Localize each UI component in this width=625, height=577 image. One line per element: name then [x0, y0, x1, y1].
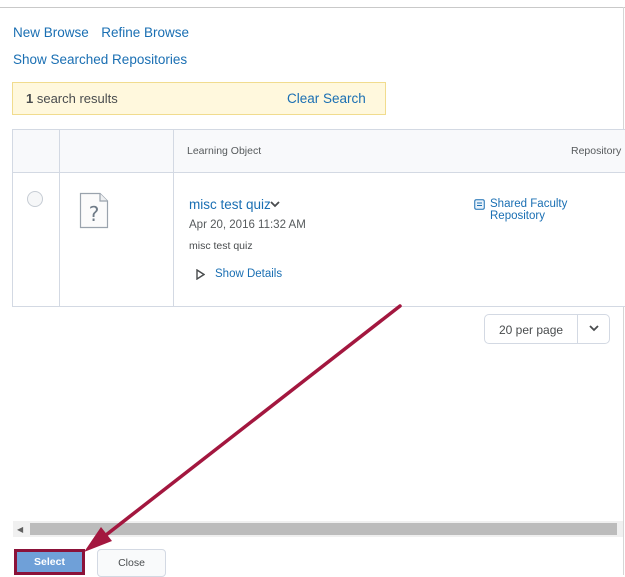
new-browse-link[interactable]: New Browse: [13, 25, 89, 40]
column-divider: [173, 130, 174, 306]
triangle-right-icon[interactable]: [196, 269, 205, 280]
search-results-count: 1 search results: [26, 91, 118, 106]
repository-icon: [474, 199, 485, 210]
show-details-link[interactable]: Show Details: [215, 268, 282, 280]
chevron-down-icon[interactable]: [270, 201, 280, 208]
show-searched-repositories-link[interactable]: Show Searched Repositories: [13, 52, 187, 67]
chevron-down-icon: [589, 325, 599, 332]
learning-object-date: Apr 20, 2016 11:32 AM: [189, 219, 306, 231]
header-repository: Repository: [571, 145, 622, 157]
searched-nav: Show Searched Repositories: [13, 51, 187, 69]
unknown-file-icon: ?: [79, 192, 109, 229]
browse-nav: New Browse Refine Browse: [13, 24, 197, 42]
header-learning-object: Learning Object: [187, 145, 262, 157]
select-button[interactable]: Select: [14, 549, 85, 575]
column-divider: [59, 130, 60, 306]
table-header: Learning Object Repository: [13, 130, 625, 173]
svg-text:?: ?: [89, 202, 100, 226]
clear-search-link[interactable]: Clear Search: [287, 91, 366, 106]
per-page-select[interactable]: 20 per page: [484, 314, 610, 344]
dialog-top-border: [0, 7, 625, 8]
learning-object-title-link[interactable]: misc test quiz: [189, 197, 271, 212]
learning-object-description: misc test quiz: [189, 240, 253, 252]
repository-link[interactable]: Shared Faculty Repository: [490, 198, 625, 222]
search-results-bar: 1 search results Clear Search: [12, 82, 386, 115]
close-button[interactable]: Close: [97, 549, 166, 577]
row-select-radio[interactable]: [27, 191, 43, 207]
select-divider: [577, 315, 578, 343]
results-table: Learning Object Repository ? misc test q…: [12, 129, 625, 307]
refine-browse-link[interactable]: Refine Browse: [101, 25, 189, 40]
per-page-value: 20 per page: [499, 323, 564, 337]
scrollbar-thumb[interactable]: [30, 523, 617, 535]
scroll-left-icon[interactable]: ◀: [17, 525, 23, 534]
horizontal-scrollbar[interactable]: ◀: [13, 521, 623, 537]
results-count-label: search results: [33, 91, 118, 106]
